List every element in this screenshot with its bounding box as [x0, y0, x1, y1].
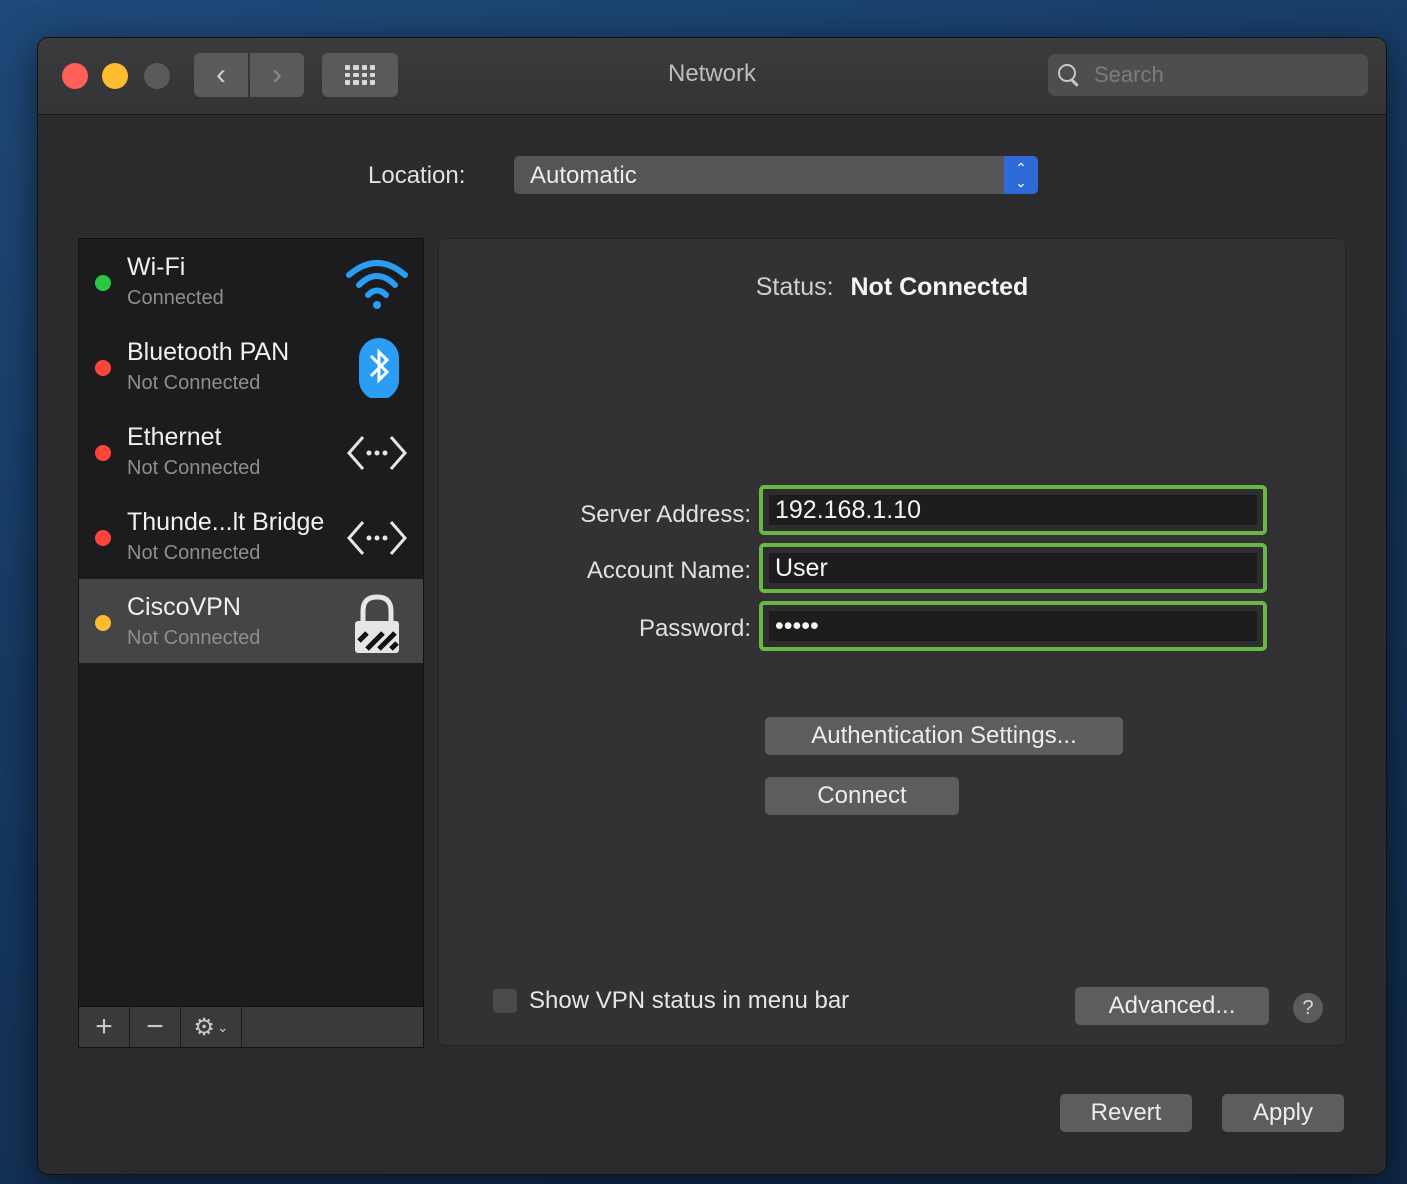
wifi-icon: [346, 260, 408, 309]
sidebar-toolbar: + − ⚙ ⌄: [79, 1006, 423, 1047]
service-status: Not Connected: [127, 372, 261, 394]
service-name: Ethernet: [127, 423, 222, 451]
status-line: Status: Not Connected: [439, 273, 1345, 302]
account-name-field[interactable]: User: [759, 543, 1267, 593]
action-menu-button[interactable]: ⚙ ⌄: [181, 1007, 242, 1047]
service-status: Not Connected: [127, 542, 261, 564]
password-input[interactable]: •••••: [769, 611, 1257, 641]
account-name-input[interactable]: User: [769, 553, 1257, 583]
location-select[interactable]: Automatic ⌃ ⌃: [514, 156, 1038, 194]
password-field[interactable]: •••••: [759, 601, 1267, 651]
show-vpn-status-row: Show VPN status in menu bar: [493, 987, 849, 1015]
service-name: Bluetooth PAN: [127, 338, 290, 366]
service-item-ciscovpn[interactable]: CiscoVPN Not Connected: [79, 579, 423, 663]
revert-button[interactable]: Revert: [1060, 1094, 1192, 1132]
vpn-detail-panel: Status: Not Connected Server Address: 19…: [438, 238, 1346, 1046]
vpn-lock-icon: [355, 594, 399, 653]
service-name: CiscoVPN: [127, 593, 241, 621]
location-label: Location:: [368, 162, 466, 189]
authentication-settings-button[interactable]: Authentication Settings...: [765, 717, 1123, 755]
network-preferences-window: ‹ › Network Location: Automatic ⌃⌃ Wi-Fi…: [38, 38, 1386, 1174]
ethernet-icon: [347, 436, 407, 470]
plus-icon: +: [95, 1010, 113, 1043]
popup-stepper-icon: ⌃ ⌃: [1004, 156, 1038, 194]
status-dot: [95, 275, 111, 291]
location-value: Automatic: [530, 162, 637, 189]
status-dot: [95, 360, 111, 376]
service-item-thunderbolt-bridge[interactable]: Thunde...lt Bridge Not Connected: [79, 494, 423, 578]
minus-icon: −: [146, 1010, 164, 1043]
title-bar: ‹ › Network: [38, 38, 1386, 115]
search-input[interactable]: [1092, 61, 1346, 89]
add-service-button[interactable]: +: [79, 1007, 130, 1047]
status-dot: [95, 615, 111, 631]
help-button[interactable]: ?: [1293, 993, 1323, 1023]
account-name-label: Account Name:: [586, 557, 751, 584]
bluetooth-icon: [359, 338, 399, 398]
remove-service-button[interactable]: −: [130, 1007, 181, 1047]
service-name: Thunde...lt Bridge: [127, 508, 325, 536]
status-value: Not Connected: [850, 273, 1029, 301]
status-dot: [95, 445, 111, 461]
service-item-bluetooth-pan[interactable]: Bluetooth PAN Not Connected: [79, 324, 423, 408]
thunderbolt-bridge-icon: [347, 521, 407, 555]
server-address-label: Server Address:: [580, 501, 751, 528]
service-status: Connected: [127, 287, 224, 309]
service-item-ethernet[interactable]: Ethernet Not Connected: [79, 409, 423, 493]
service-list: Wi-Fi Connected Bluetooth PAN Not Connec…: [78, 238, 424, 1048]
status-label: Status:: [755, 273, 834, 301]
search-field[interactable]: [1048, 54, 1368, 96]
advanced-button[interactable]: Advanced...: [1075, 987, 1269, 1025]
server-address-input[interactable]: 192.168.1.10: [769, 495, 1257, 525]
server-address-field[interactable]: 192.168.1.10: [759, 485, 1267, 535]
chevron-down-icon: ⌄: [216, 1018, 229, 1035]
status-dot: [95, 530, 111, 546]
service-status: Not Connected: [127, 457, 261, 479]
gear-icon: ⚙: [193, 1013, 215, 1041]
search-icon: [1058, 64, 1080, 86]
service-name: Wi-Fi: [127, 253, 186, 281]
apply-button[interactable]: Apply: [1222, 1094, 1344, 1132]
show-vpn-status-label: Show VPN status in menu bar: [529, 987, 850, 1014]
password-label: Password:: [638, 615, 751, 642]
service-item-wifi[interactable]: Wi-Fi Connected: [79, 239, 423, 323]
show-vpn-status-checkbox[interactable]: [493, 989, 517, 1013]
service-status: Not Connected: [127, 627, 261, 649]
connect-button[interactable]: Connect: [765, 777, 959, 815]
